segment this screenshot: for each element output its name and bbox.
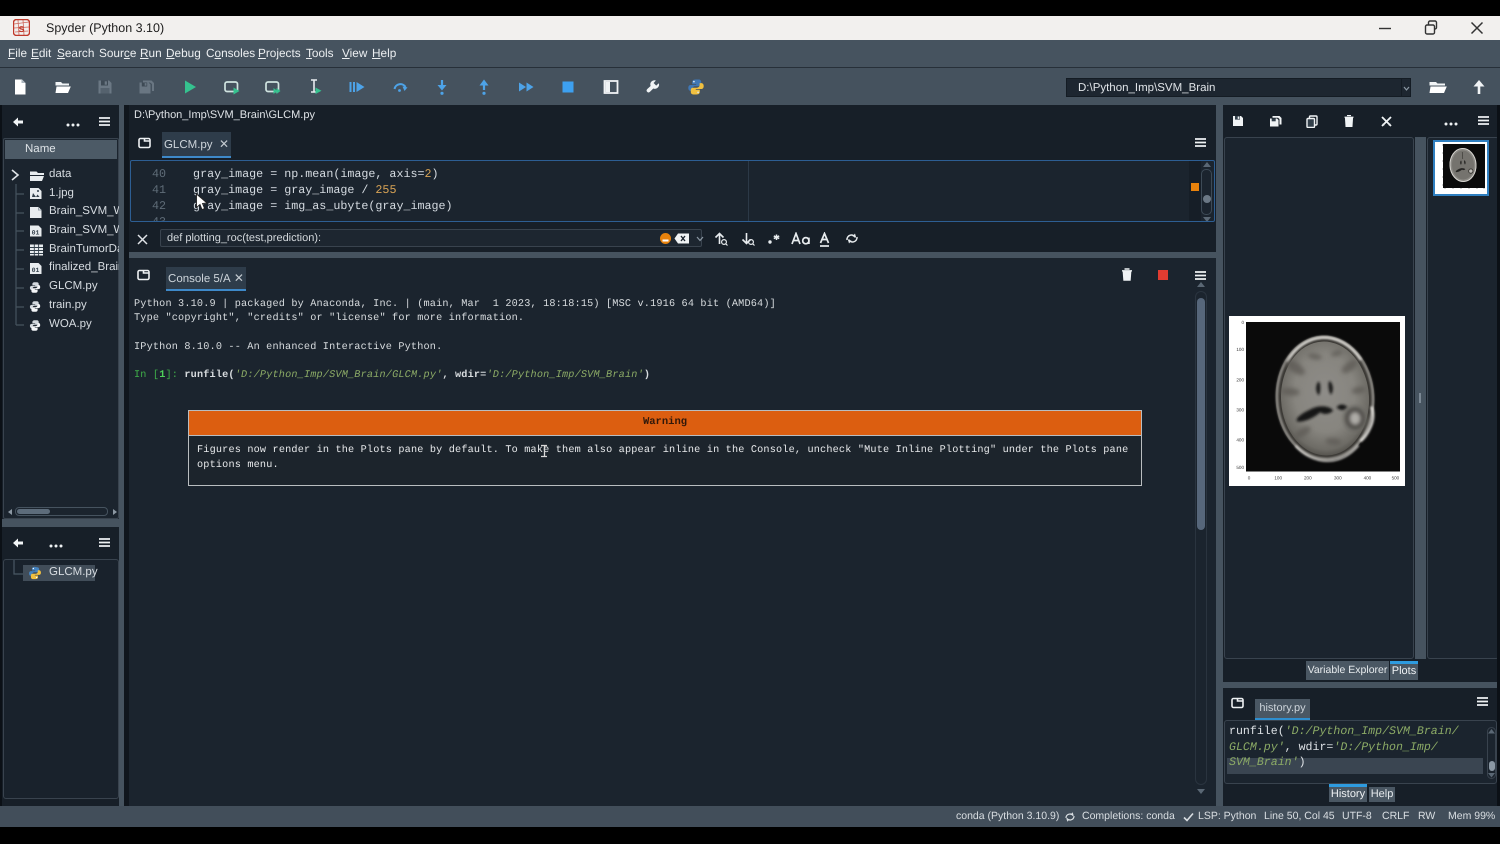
svg-text:100: 100 <box>1274 475 1282 480</box>
svg-text:0: 0 <box>1241 320 1244 325</box>
svg-text:s: s <box>18 23 24 35</box>
svg-text:400: 400 <box>1364 475 1372 480</box>
svg-text:500: 500 <box>1236 465 1244 470</box>
svg-text:200: 200 <box>1236 378 1244 383</box>
svg-text:300: 300 <box>1236 408 1244 413</box>
svg-text:01: 01 <box>32 230 40 237</box>
svg-text:01: 01 <box>32 267 40 274</box>
svg-text:300: 300 <box>1334 475 1342 480</box>
svg-text:100: 100 <box>1236 347 1244 352</box>
svg-text:400: 400 <box>1236 438 1244 443</box>
svg-text:500: 500 <box>1392 475 1400 480</box>
svg-text:200: 200 <box>1304 475 1312 480</box>
svg-text:0: 0 <box>1248 475 1251 480</box>
